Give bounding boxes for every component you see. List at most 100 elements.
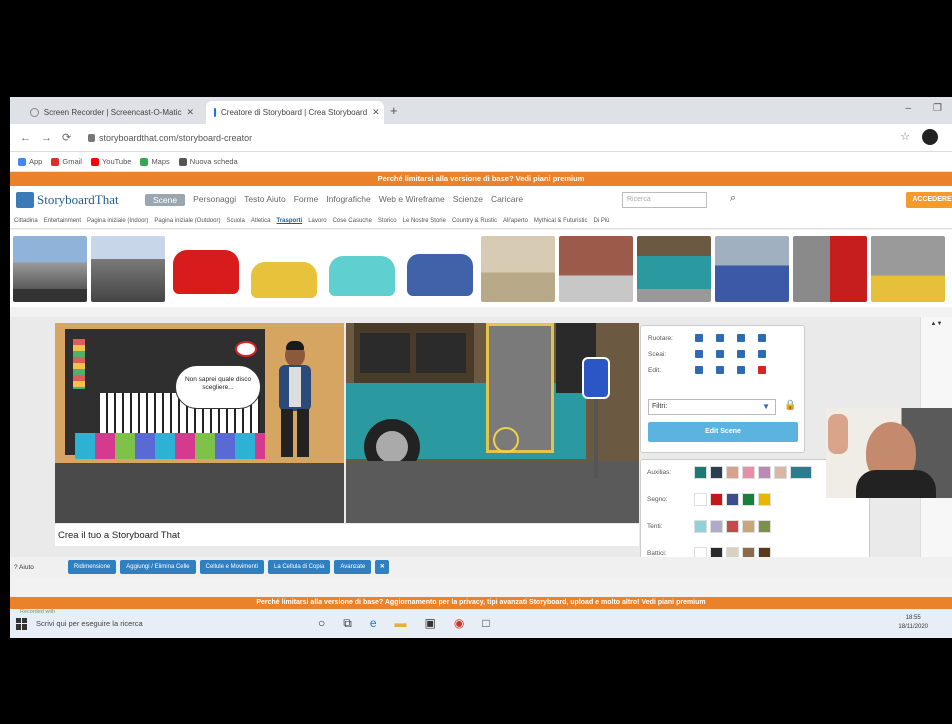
layer-back-icon[interactable] [758, 350, 766, 358]
window-icon[interactable]: □ [482, 616, 489, 631]
color-swatch[interactable] [694, 493, 707, 506]
storyboard-title-field[interactable]: Crea il tuo a Storyboard That [55, 524, 639, 546]
nav-scene[interactable]: Scene [145, 194, 186, 206]
scroll-arrows-icon[interactable]: ▲▼ [931, 321, 943, 327]
color-swatch[interactable] [694, 466, 707, 479]
tab-screen-recorder[interactable]: Screen Recorder | Screencast-O-Matic ✕ [22, 101, 202, 124]
color-swatch[interactable] [758, 466, 771, 479]
reload-icon[interactable]: ⟳ [62, 131, 71, 144]
category-item[interactable]: Di Più [594, 218, 610, 224]
promo-banner-bottom[interactable]: Perché limitarsi alla versione di base? … [10, 597, 952, 609]
speech-bubble[interactable]: Non saprei quale disco scegliere... [175, 365, 261, 409]
resize-button[interactable]: Ridimensione [67, 560, 117, 574]
cells-movements-button[interactable]: Cellule e Movimenti [199, 560, 264, 574]
scene-thumb-bus-interior[interactable] [715, 236, 789, 302]
scene-thumb-bus-stop[interactable] [559, 236, 633, 302]
color-picker[interactable] [790, 466, 812, 479]
scene-thumb-train-station[interactable] [871, 236, 945, 302]
color-swatch[interactable] [694, 520, 707, 533]
copy-cell-button[interactable]: La Cellula di Copia [267, 560, 331, 574]
mirror-icon[interactable] [758, 334, 766, 342]
delete-icon[interactable] [758, 366, 766, 374]
color-swatch[interactable] [710, 493, 723, 506]
maximize-button[interactable]: ❐ [933, 103, 942, 114]
category-item-selected[interactable]: Trasporti [277, 218, 303, 224]
scene-thumb-red-car[interactable] [169, 236, 243, 302]
bookmark-youtube[interactable]: YouTube [90, 157, 131, 166]
copy-icon[interactable] [695, 366, 703, 374]
bookmark-maps[interactable]: Maps [140, 157, 170, 166]
edit-scene-button[interactable]: Edit Scene [648, 422, 798, 442]
advanced-button[interactable]: Avanzate [334, 560, 372, 574]
color-swatch[interactable] [774, 466, 787, 479]
nav-caricare[interactable]: Caricare [491, 194, 523, 206]
back-icon[interactable]: ← [20, 132, 31, 144]
search-input[interactable]: Ricerca [622, 192, 707, 208]
forward-icon[interactable]: → [41, 132, 52, 144]
promo-banner-top[interactable]: Perché limitarsi alla versione di base? … [10, 172, 952, 186]
scene-thumb-train-platform[interactable] [793, 236, 867, 302]
task-view-icon[interactable]: ⧉ [343, 616, 352, 631]
scene-thumb-city-street[interactable] [13, 236, 87, 302]
layer-front-icon[interactable] [695, 350, 703, 358]
nav-testo-aiuto[interactable]: Testo Aiuto [244, 194, 286, 206]
color-swatch[interactable] [742, 466, 755, 479]
close-tab-icon[interactable]: ✕ [372, 107, 380, 118]
scene-thumb-road[interactable] [91, 236, 165, 302]
scene-thumb-car-interior[interactable] [481, 236, 555, 302]
category-item[interactable]: Lavoro [308, 218, 326, 224]
color-swatch[interactable] [742, 493, 755, 506]
storyboard-cell-1[interactable]: Non saprei quale disco scegliere... [55, 323, 344, 523]
tab-storyboard-creator[interactable]: Creatore di Storyboard | Crea Storyboard… [206, 101, 384, 124]
close-tab-icon[interactable]: ✕ [186, 107, 194, 118]
scene-thumb-bus-exterior[interactable] [637, 236, 711, 302]
close-icon[interactable]: ✕ [375, 560, 390, 574]
store-icon[interactable]: ▣ [425, 616, 436, 631]
color-swatch[interactable] [726, 466, 739, 479]
taskbar-clock[interactable]: 18:55 18/11/2020 [898, 614, 928, 632]
rotate-left-icon[interactable] [695, 334, 703, 342]
category-item[interactable]: Pagina iniziale (Indoor) [87, 218, 148, 224]
storyboard-cell-2[interactable] [346, 323, 639, 523]
color-swatch[interactable] [758, 493, 771, 506]
taskbar-search[interactable]: Scrivi qui per eseguire la ricerca [36, 619, 143, 628]
nav-personaggi[interactable]: Personaggi [193, 194, 236, 206]
resize-icon[interactable] [716, 366, 724, 374]
site-logo[interactable]: StoryboardThat [16, 192, 119, 208]
category-item[interactable]: Pagina iniziale (Outdoor) [154, 218, 220, 224]
crop-icon[interactable] [737, 366, 745, 374]
bookmark-apps[interactable]: App [18, 157, 42, 166]
layer-backward-icon[interactable] [737, 350, 745, 358]
color-swatch[interactable] [710, 520, 723, 533]
category-item[interactable]: Atletica [251, 218, 271, 224]
color-swatch[interactable] [726, 520, 739, 533]
nav-infografiche[interactable]: Infografiche [326, 194, 370, 206]
color-swatch[interactable] [710, 466, 723, 479]
category-item[interactable]: Entertainment [44, 218, 81, 224]
add-remove-cells-button[interactable]: Aggiungi / Elimina Celle [120, 560, 196, 574]
category-item[interactable]: Scuola [226, 218, 244, 224]
rotate-right-icon[interactable] [716, 334, 724, 342]
filter-dropdown[interactable]: Filtri: ▼ [648, 399, 776, 415]
profile-avatar[interactable] [922, 129, 938, 145]
chrome-icon[interactable]: ◉ [454, 616, 464, 631]
scene-thumb-teal-car[interactable] [325, 236, 399, 302]
category-item[interactable]: Cose Casuche [333, 218, 372, 224]
character-figure[interactable] [275, 341, 315, 463]
minimize-button[interactable]: – [905, 103, 911, 114]
color-swatch[interactable] [758, 520, 771, 533]
login-button[interactable]: ACCEDERE [906, 192, 952, 208]
category-item[interactable]: Le Nostre Storie [403, 218, 446, 224]
new-tab-button[interactable]: + [390, 103, 398, 118]
lock-icon[interactable]: 🔒 [784, 400, 796, 411]
nav-scienze[interactable]: Scienze [453, 194, 483, 206]
category-item[interactable]: All'aperto [503, 218, 528, 224]
scene-thumb-yellow-car[interactable] [247, 236, 321, 302]
cortana-icon[interactable]: ○ [318, 616, 325, 631]
url-field[interactable]: storyboardthat.com/storyboard-creator [88, 130, 868, 146]
bookmark-star-icon[interactable]: ☆ [900, 130, 910, 143]
bookmark-new-tab[interactable]: Nuova scheda [178, 157, 238, 166]
file-explorer-icon[interactable]: ▬ [395, 616, 407, 631]
color-swatch[interactable] [726, 493, 739, 506]
layer-forward-icon[interactable] [716, 350, 724, 358]
